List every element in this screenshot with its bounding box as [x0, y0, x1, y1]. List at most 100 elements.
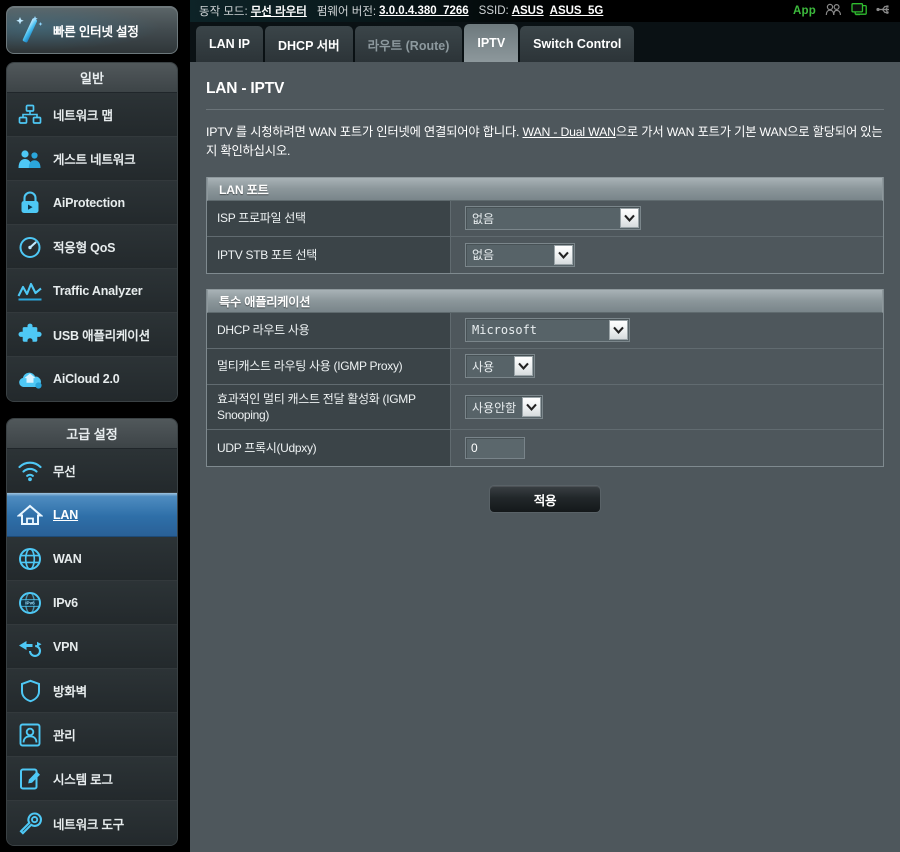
sidebar-item-system-log[interactable]: 시스템 로그	[7, 757, 177, 801]
table-row: 효과적인 멀티 캐스트 전달 활성화 (IGMP Snooping) 사용안함	[207, 384, 883, 431]
ssid-value-5g[interactable]: ASUS_5G	[550, 5, 604, 17]
page-description-part1: IPTV 를 시청하려면 WAN 포트가 인터넷에 연결되어야 합니다.	[206, 125, 523, 139]
usb-monitor-icon[interactable]	[851, 2, 867, 20]
sidebar-item-aicloud[interactable]: AiCloud 2.0	[7, 357, 177, 401]
sidebar-label: AiProtection	[53, 195, 125, 210]
sidebar-label: 게스트 네트워크	[53, 153, 136, 167]
usb-icon[interactable]	[876, 3, 892, 19]
sidebar-label: VPN	[53, 639, 79, 654]
tab-iptv[interactable]: IPTV	[464, 24, 519, 62]
iptv-stb-port-select[interactable]: 없음	[465, 242, 575, 267]
sidebar-label: 시스템 로그	[53, 773, 113, 787]
iptv-stb-port-value-cell: 없음	[451, 236, 883, 273]
tab-bar: LAN IP DHCP 서버 라우트 (Route) IPTV Switch C…	[190, 22, 900, 62]
dual-wan-link[interactable]: WAN - Dual WAN	[523, 125, 617, 139]
sidebar-label: IPv6	[53, 595, 78, 610]
wrench-icon	[7, 811, 53, 835]
table-row: UDP 프록시(Udpxy)	[207, 430, 883, 467]
chevron-down-icon	[522, 397, 541, 418]
lan-port-section: LAN 포트 ISP 프로파일 선택 없음 IPTV STB 포트 선택 없음	[206, 176, 884, 274]
sidebar-label: 네트워크 맵	[53, 109, 113, 123]
status-bar: 동작 모드: 무선 라우터 펌웨어 버전: 3.0.0.4.380_7266 S…	[190, 0, 900, 22]
sidebar-item-lan[interactable]: LAN	[7, 493, 177, 537]
tab-switch-control[interactable]: Switch Control	[520, 26, 635, 62]
vpn-key-icon	[7, 636, 53, 658]
chevron-down-icon	[514, 356, 533, 377]
operation-mode-value[interactable]: 무선 라우터	[251, 3, 307, 19]
sidebar-advanced-title: 고급 설정	[7, 419, 177, 449]
ssid-value-24g[interactable]: ASUS	[512, 5, 544, 17]
igmp-snooping-select[interactable]: 사용안함	[465, 395, 543, 420]
sidebar-general-title: 일반	[7, 63, 177, 93]
tab-lan-ip[interactable]: LAN IP	[196, 26, 263, 62]
udp-proxy-input[interactable]	[465, 437, 525, 460]
dhcp-route-select-value: Microsoft	[472, 323, 538, 338]
sidebar-item-firewall[interactable]: 방화벽	[7, 669, 177, 713]
sidebar-item-aiprotection[interactable]: AiProtection	[7, 181, 177, 225]
status-bar-icons: App	[793, 0, 892, 22]
lock-shield-icon	[7, 191, 53, 215]
isp-profile-select[interactable]: 없음	[465, 206, 641, 231]
dhcp-route-value-cell: Microsoft	[451, 312, 883, 348]
sidebar-item-traffic-analyzer[interactable]: Traffic Analyzer	[7, 269, 177, 313]
sidebar-label: 적응형 QoS	[53, 241, 116, 255]
special-applications-section: 특수 애플리케이션 DHCP 라우트 사용 Microsoft 멀티캐스트 라우…	[206, 288, 884, 468]
firmware-value[interactable]: 3.0.0.4.380_7266	[379, 5, 469, 17]
sidebar-label: LAN	[53, 507, 79, 522]
udp-proxy-value-cell	[451, 430, 883, 467]
sidebar-item-network-tools[interactable]: 네트워크 도구	[7, 801, 177, 845]
sidebar-label: Traffic Analyzer	[53, 283, 143, 298]
quick-internet-setup-label: 빠른 인터넷 설정	[53, 24, 139, 39]
sidebar-item-network-map[interactable]: 네트워크 맵	[7, 93, 177, 137]
tab-route[interactable]: 라우트 (Route)	[354, 26, 463, 62]
chevron-down-icon	[554, 244, 573, 265]
globe-icon	[7, 547, 53, 571]
apply-button-wrap: 적용	[206, 467, 884, 514]
app-link[interactable]: App	[793, 5, 816, 17]
traffic-chart-icon	[7, 280, 53, 302]
sidebar-label: USB 애플리케이션	[53, 329, 150, 343]
sidebar-label: 방화벽	[53, 685, 87, 699]
magic-wand-icon	[7, 13, 53, 47]
sidebar-item-vpn[interactable]: VPN	[7, 625, 177, 669]
igmp-snooping-label: 효과적인 멀티 캐스트 전달 활성화 (IGMP Snooping)	[207, 384, 451, 430]
main-content: LAN IP DHCP 서버 라우트 (Route) IPTV Switch C…	[190, 22, 900, 852]
isp-profile-value-cell: 없음	[451, 200, 883, 236]
network-map-icon	[7, 104, 53, 126]
iptv-stb-port-select-value: 없음	[472, 248, 495, 263]
sidebar-general-block: 일반 네트워크 맵 게스트 네트워크 AiProtection 적응형 QoS …	[6, 62, 178, 402]
home-icon	[7, 503, 53, 527]
sidebar-item-ipv6[interactable]: IPv6 IPv6	[7, 581, 177, 625]
isp-profile-select-value: 없음	[472, 211, 495, 226]
sidebar-item-adaptive-qos[interactable]: 적응형 QoS	[7, 225, 177, 269]
sidebar-advanced-block: 고급 설정 무선 LAN WAN IPv6 IPv6 VPN 방화벽 관리 시스…	[6, 418, 178, 846]
sidebar-item-wireless[interactable]: 무선	[7, 449, 177, 493]
sidebar-label: 네트워크 도구	[53, 817, 125, 832]
sidebar-item-administration[interactable]: 관리	[7, 713, 177, 757]
content-body: LAN - IPTV IPTV 를 시청하려면 WAN 포트가 인터넷에 연결되…	[190, 62, 900, 514]
speedometer-icon	[7, 235, 53, 259]
sidebar-item-usb-application[interactable]: USB 애플리케이션	[7, 313, 177, 357]
table-row: DHCP 라우트 사용 Microsoft	[207, 312, 883, 349]
clients-icon[interactable]	[825, 3, 842, 19]
dhcp-route-select[interactable]: Microsoft	[465, 318, 630, 343]
sidebar-item-wan[interactable]: WAN	[7, 537, 177, 581]
guest-network-icon	[7, 148, 53, 170]
udp-proxy-label: UDP 프록시(Udpxy)	[207, 430, 451, 467]
igmp-proxy-value-cell: 사용	[451, 348, 883, 384]
table-row: ISP 프로파일 선택 없음	[207, 200, 883, 237]
quick-internet-setup-button[interactable]: 빠른 인터넷 설정	[6, 6, 178, 54]
apply-button[interactable]: 적용	[489, 485, 601, 514]
sidebar-item-guest-network[interactable]: 게스트 네트워크	[7, 137, 177, 181]
log-edit-icon	[7, 767, 53, 791]
igmp-snooping-value-cell: 사용안함	[451, 384, 883, 430]
igmp-proxy-select[interactable]: 사용	[465, 354, 535, 379]
ipv6-globe-icon: IPv6	[7, 591, 53, 615]
tab-dhcp-server[interactable]: DHCP 서버	[264, 26, 353, 62]
cloud-home-icon	[7, 368, 53, 391]
user-admin-icon	[7, 723, 53, 747]
dhcp-route-label: DHCP 라우트 사용	[207, 312, 451, 348]
table-row: IPTV STB 포트 선택 없음	[207, 236, 883, 273]
sidebar-label: 무선	[53, 465, 76, 479]
isp-profile-label: ISP 프로파일 선택	[207, 200, 451, 236]
